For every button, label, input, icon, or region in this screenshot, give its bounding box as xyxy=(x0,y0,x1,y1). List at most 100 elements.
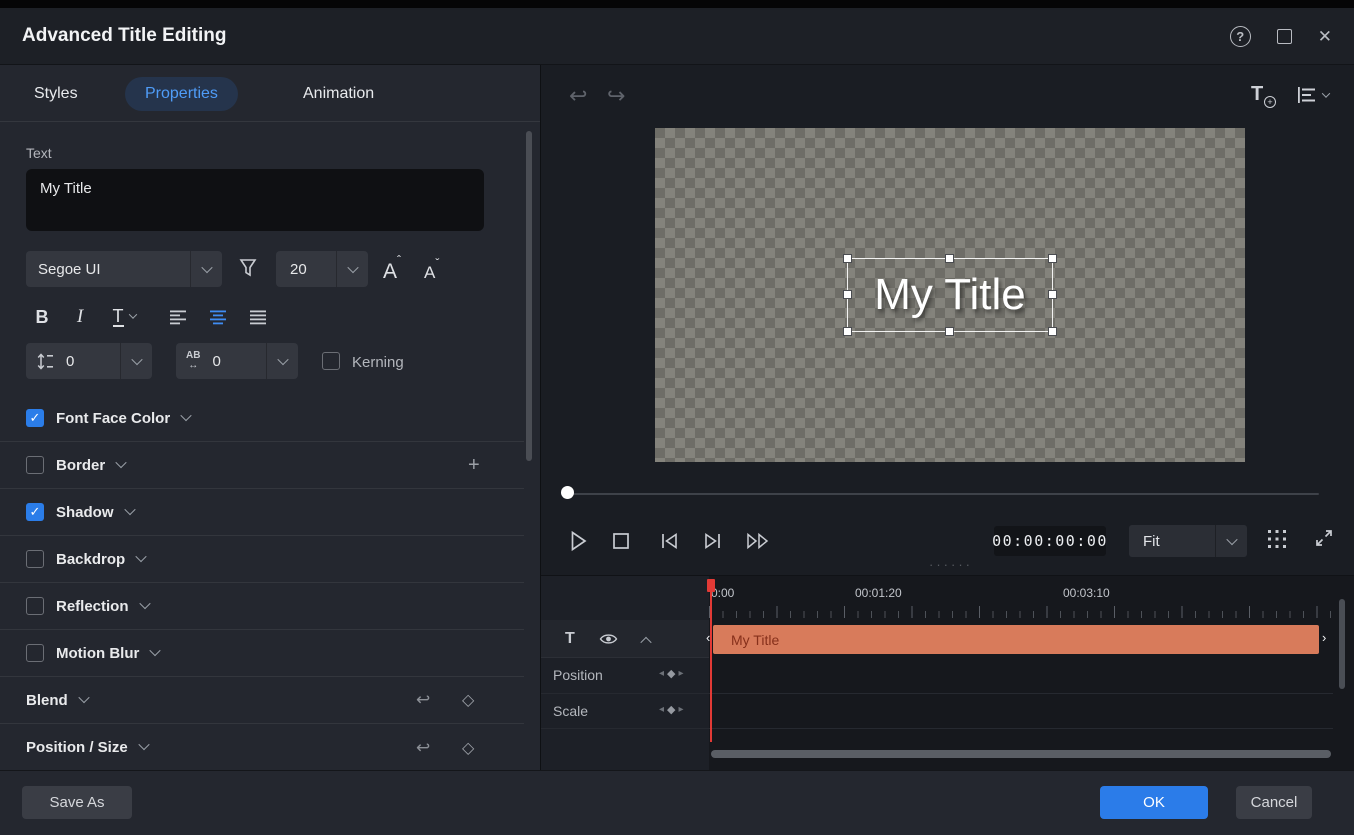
resize-handle[interactable] xyxy=(946,328,953,335)
title-text-input[interactable]: My Title xyxy=(26,169,484,231)
resize-handle[interactable] xyxy=(1049,255,1056,262)
tab-styles[interactable]: Styles xyxy=(30,77,82,111)
tab-animation[interactable]: Animation xyxy=(299,77,378,111)
section-border[interactable]: Border + xyxy=(0,442,524,489)
kerning-checkbox[interactable] xyxy=(322,352,340,370)
chevron-down-icon[interactable] xyxy=(124,503,135,514)
chevron-down-icon[interactable] xyxy=(116,456,127,467)
section-blend[interactable]: Blend ↩ ◇ xyxy=(0,677,524,724)
add-keyframe-icon[interactable]: ◆ xyxy=(667,667,675,680)
resize-handle[interactable] xyxy=(844,255,851,262)
chevron-down-icon[interactable] xyxy=(138,739,149,750)
chevron-down-icon[interactable] xyxy=(1215,525,1247,557)
line-spacing-stepper[interactable]: 0 xyxy=(26,343,152,379)
chevron-down-icon[interactable] xyxy=(190,251,222,287)
add-border-icon[interactable]: + xyxy=(468,454,480,477)
resize-handle[interactable] xyxy=(844,328,851,335)
bold-button[interactable]: B xyxy=(30,301,54,333)
font-filter-icon[interactable] xyxy=(238,257,258,279)
playhead-line[interactable] xyxy=(710,579,712,742)
reset-icon[interactable]: ↩ xyxy=(416,738,430,758)
align-options-dropdown[interactable] xyxy=(1297,87,1329,103)
reset-icon[interactable]: ↩ xyxy=(416,690,430,710)
maximize-icon[interactable] xyxy=(1277,29,1292,44)
prev-keyframe-icon[interactable]: ◂ xyxy=(659,668,664,679)
section-backdrop[interactable]: Backdrop xyxy=(0,536,524,583)
resize-handle[interactable] xyxy=(1049,291,1056,298)
chevron-down-icon[interactable] xyxy=(336,251,368,287)
align-center-button[interactable] xyxy=(206,301,230,333)
section-reflection[interactable]: Reflection xyxy=(0,583,524,630)
resize-handle[interactable] xyxy=(946,255,953,262)
section-font-face-color[interactable]: ✓ Font Face Color xyxy=(0,395,524,442)
timeline-vertical-scrollbar[interactable] xyxy=(1339,599,1345,689)
keyframe-diamond-icon[interactable]: ◇ xyxy=(462,690,474,710)
border-checkbox[interactable] xyxy=(26,456,44,474)
keyframe-row-position: Position ◂ ◆ ▸ xyxy=(541,658,1333,694)
tab-properties[interactable]: Properties xyxy=(125,77,238,111)
resize-handle[interactable] xyxy=(844,291,851,298)
undo-icon[interactable]: ↩ xyxy=(569,83,587,109)
font-face-color-checkbox[interactable]: ✓ xyxy=(26,409,44,427)
timeline-horizontal-scrollbar[interactable] xyxy=(711,750,1331,758)
resize-handle[interactable] xyxy=(1049,328,1056,335)
backdrop-checkbox[interactable] xyxy=(26,550,44,568)
clip-trim-out-handle[interactable]: › xyxy=(1322,630,1326,645)
section-motion-blur[interactable]: Motion Blur xyxy=(0,630,524,677)
previous-frame-button[interactable] xyxy=(655,527,683,555)
redo-icon[interactable]: ↪ xyxy=(607,83,625,109)
keyframe-diamond-icon[interactable]: ◇ xyxy=(462,738,474,758)
align-justify-button[interactable] xyxy=(246,301,270,333)
decrease-font-size-button[interactable]: Aˇ xyxy=(424,256,439,283)
letter-spacing-stepper[interactable]: AB ↔ 0 xyxy=(176,343,298,379)
stop-button[interactable] xyxy=(607,527,635,555)
chevron-down-icon[interactable] xyxy=(150,644,161,655)
section-shadow[interactable]: ✓ Shadow xyxy=(0,489,524,536)
text-style-dropdown[interactable]: T xyxy=(106,301,142,333)
preview-seekbar[interactable] xyxy=(567,493,1319,495)
next-keyframe-icon[interactable]: ▸ xyxy=(679,668,684,679)
chevron-down-icon[interactable] xyxy=(136,550,147,561)
track-header: T xyxy=(541,620,709,658)
prev-keyframe-icon[interactable]: ◂ xyxy=(659,704,664,715)
increase-font-size-button[interactable]: Aˆ xyxy=(383,253,401,284)
chevron-down-icon[interactable] xyxy=(78,691,89,702)
timeline-clip[interactable]: My Title xyxy=(713,625,1319,654)
section-label: Motion Blur xyxy=(56,645,139,662)
collapse-track-icon[interactable] xyxy=(640,636,651,647)
close-icon[interactable]: ✕ xyxy=(1318,28,1332,45)
visibility-eye-icon[interactable] xyxy=(599,632,618,646)
next-keyframe-icon[interactable]: ▸ xyxy=(679,704,684,715)
fast-forward-button[interactable] xyxy=(744,527,772,555)
next-frame-button[interactable] xyxy=(699,527,727,555)
save-as-button[interactable]: Save As xyxy=(22,786,132,819)
shadow-checkbox[interactable]: ✓ xyxy=(26,503,44,521)
reflection-checkbox[interactable] xyxy=(26,597,44,615)
help-icon[interactable]: ? xyxy=(1230,26,1251,47)
font-size-dropdown[interactable]: 20 xyxy=(276,251,368,287)
play-button[interactable] xyxy=(564,527,592,555)
add-keyframe-icon[interactable]: ◆ xyxy=(667,703,675,716)
grid-snap-icon[interactable] xyxy=(1267,529,1287,549)
chevron-down-icon[interactable] xyxy=(266,343,298,379)
add-text-icon[interactable]: T+ xyxy=(1251,83,1263,106)
zoom-fit-dropdown[interactable]: Fit xyxy=(1129,525,1247,557)
ok-button[interactable]: OK xyxy=(1100,786,1208,819)
cancel-button[interactable]: Cancel xyxy=(1236,786,1312,819)
fullscreen-icon[interactable] xyxy=(1314,528,1334,548)
preview-title-text[interactable]: My Title xyxy=(874,270,1026,320)
font-size-value: 20 xyxy=(290,261,307,278)
motion-blur-checkbox[interactable] xyxy=(26,644,44,662)
italic-button[interactable]: I xyxy=(70,301,90,333)
title-selection-box[interactable]: My Title xyxy=(847,258,1053,332)
timeline-ruler[interactable]: 0:00 00:01:20 00:03:10 xyxy=(709,576,1333,620)
font-family-dropdown[interactable]: Segoe UI xyxy=(26,251,222,287)
panel-resize-handle[interactable]: ······ xyxy=(871,561,1031,569)
align-left-button[interactable] xyxy=(166,301,190,333)
panel-scrollbar[interactable] xyxy=(526,131,532,461)
section-position-size[interactable]: Position / Size ↩ ◇ xyxy=(0,724,524,771)
chevron-down-icon[interactable] xyxy=(139,597,150,608)
chevron-down-icon[interactable] xyxy=(181,409,192,420)
seekbar-knob[interactable] xyxy=(561,486,574,499)
chevron-down-icon[interactable] xyxy=(120,343,152,379)
